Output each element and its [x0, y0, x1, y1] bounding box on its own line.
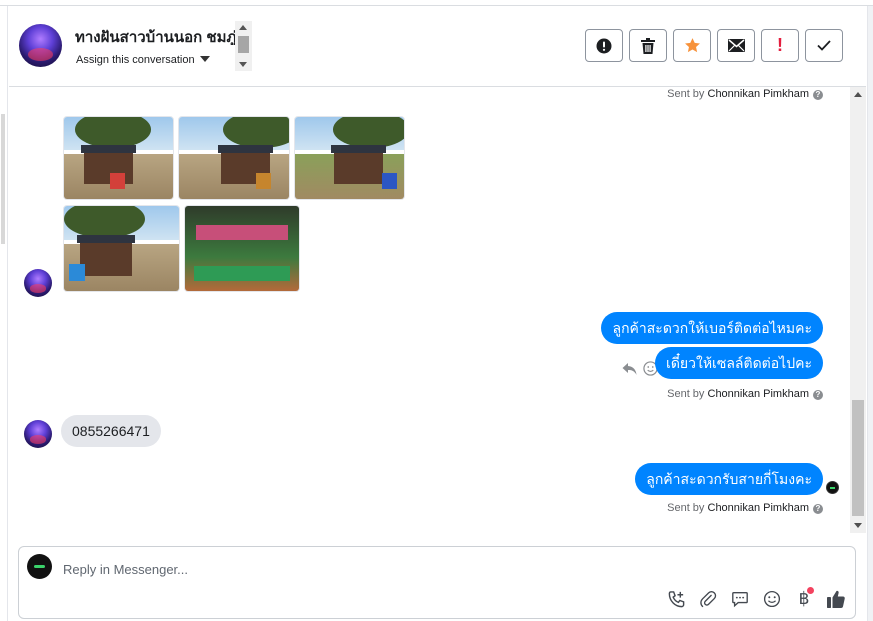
- header-name-scrollbar[interactable]: [235, 21, 252, 71]
- messenger-inbox: ทางฝันสาวบ้านนอก ชมภู่ Assign this conve…: [0, 0, 873, 621]
- seen-avatar: [826, 481, 839, 494]
- scroll-up-arrow-icon[interactable]: [239, 25, 247, 30]
- outgoing-message[interactable]: ลูกค้าสะดวกรับสายกี่โมงคะ: [635, 463, 823, 495]
- scroll-down-arrow-icon[interactable]: [854, 523, 862, 528]
- paperclip-icon: [700, 590, 717, 608]
- assign-conversation-dropdown[interactable]: Assign this conversation: [76, 54, 210, 66]
- star-icon: [684, 38, 700, 53]
- scroll-up-arrow-icon[interactable]: [854, 92, 862, 97]
- follow-up-button[interactable]: !: [761, 29, 799, 62]
- delete-button[interactable]: [629, 29, 667, 62]
- contact-avatar[interactable]: [19, 24, 62, 67]
- shared-photo[interactable]: [184, 205, 300, 292]
- help-icon[interactable]: ?: [813, 504, 823, 514]
- check-icon: [817, 40, 831, 51]
- star-button[interactable]: [673, 29, 711, 62]
- like-button[interactable]: [825, 588, 847, 610]
- scroll-down-arrow-icon[interactable]: [239, 62, 247, 67]
- emoji-button[interactable]: [761, 588, 783, 610]
- shared-photo[interactable]: [63, 205, 180, 292]
- contact-avatar[interactable]: [24, 420, 52, 448]
- emoji-icon: [763, 590, 781, 608]
- sent-by-label: Sent by Chonnikan Pimkham?: [667, 502, 823, 514]
- alert-circle-icon: [596, 38, 612, 53]
- message-thread[interactable]: Sent by Chonnikan Pimkham? ลูกค้าสะดวกให…: [9, 87, 850, 537]
- payment-button[interactable]: ฿: [793, 587, 815, 610]
- sent-by-label: Sent by Chonnikan Pimkham?: [667, 88, 823, 100]
- composer-tools: ฿: [665, 587, 847, 610]
- message-scrollbar[interactable]: [850, 87, 866, 533]
- scroll-thumb[interactable]: [238, 36, 249, 53]
- shared-photo[interactable]: [63, 116, 174, 200]
- help-icon[interactable]: ?: [813, 90, 823, 100]
- reply-composer: ฿: [18, 546, 856, 619]
- left-scrollbar[interactable]: [0, 6, 8, 621]
- attach-button[interactable]: [697, 588, 719, 610]
- outgoing-message[interactable]: ลูกค้าสะดวกให้เบอร์ติดต่อไหมคะ: [601, 312, 823, 344]
- page-avatar: [27, 554, 52, 579]
- call-button[interactable]: [665, 588, 687, 610]
- assign-label: Assign this conversation: [76, 54, 195, 66]
- shared-photo[interactable]: [294, 116, 405, 200]
- message-hover-actions: [622, 361, 658, 376]
- top-border: [0, 0, 873, 6]
- caret-down-icon: [199, 56, 210, 62]
- contact-name[interactable]: ทางฝันสาวบ้านนอก ชมภู่: [75, 25, 235, 45]
- mark-unread-button[interactable]: [717, 29, 755, 62]
- scroll-thumb[interactable]: [852, 400, 864, 516]
- right-edge: [867, 6, 873, 621]
- shared-photo[interactable]: [178, 116, 290, 200]
- incoming-message[interactable]: 0855266471: [61, 415, 161, 447]
- conversation-actions: !: [585, 29, 843, 63]
- outgoing-message[interactable]: เดี๋ยวให้เซลล์ติดต่อไปคะ: [655, 347, 823, 379]
- reply-icon[interactable]: [622, 362, 637, 376]
- contact-avatar[interactable]: [24, 269, 52, 297]
- thumbs-up-icon: [827, 590, 845, 608]
- reply-input[interactable]: [63, 559, 763, 579]
- saved-replies-button[interactable]: [729, 588, 751, 610]
- left-scroll-thumb[interactable]: [1, 114, 5, 244]
- sent-by-label: Sent by Chonnikan Pimkham?: [667, 388, 823, 400]
- mark-done-button[interactable]: [805, 29, 843, 62]
- trash-icon: [641, 37, 655, 54]
- help-icon[interactable]: ?: [813, 390, 823, 400]
- mark-spam-button[interactable]: [585, 29, 623, 62]
- conversation-header: ทางฝันสาวบ้านนอก ชมภู่ Assign this conve…: [9, 7, 866, 87]
- phone-plus-icon: [668, 590, 684, 607]
- envelope-icon: [727, 39, 745, 52]
- notification-dot: [807, 587, 814, 594]
- chat-bubble-icon: [732, 592, 748, 608]
- exclamation-icon: !: [777, 35, 783, 55]
